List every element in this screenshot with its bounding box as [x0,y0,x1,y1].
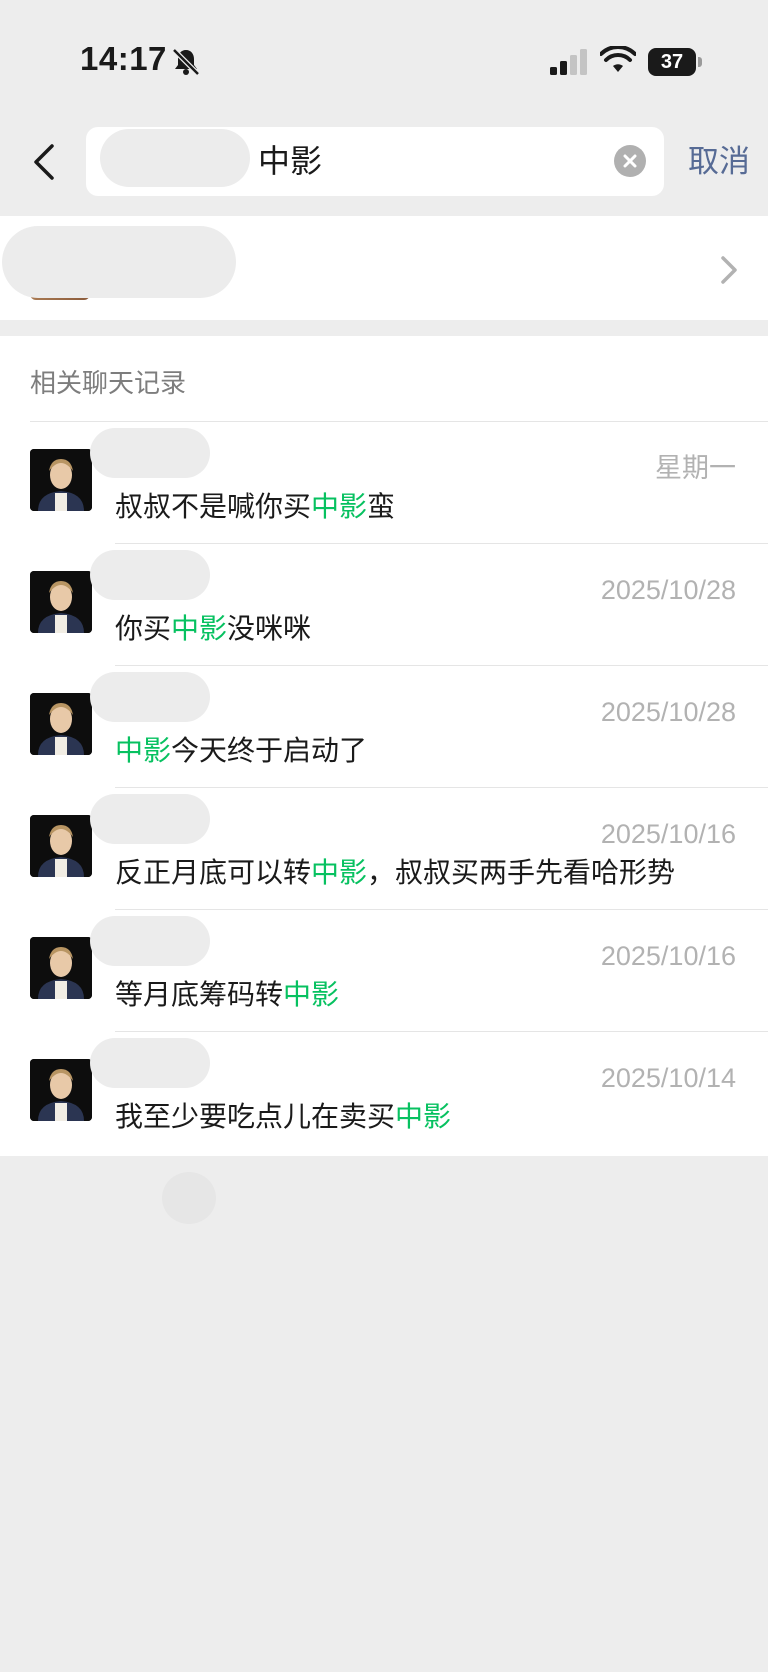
redacted-sender-name [90,428,210,478]
status-bar: 14:17 37 [0,0,768,120]
wifi-icon [600,46,636,72]
redacted-sender-name [90,1038,210,1088]
cancel-button[interactable]: 取消 [688,142,750,182]
record-date: 2025/10/16 [600,819,736,849]
chat-record-item[interactable]: 2025/10/16 反正月底可以转中影，叔叔买两手先看哈形势 [0,788,768,910]
redaction-blob [162,1172,216,1224]
bell-muted-icon [172,48,200,76]
record-message: 我至少要吃点儿在卖买中影 [115,1100,452,1133]
chat-record-item[interactable]: 2025/10/28 中影今天终于启动了 [0,666,768,788]
chat-record-item[interactable]: 2025/10/16 等月底筹码转中影 [0,910,768,1032]
back-arrow-icon[interactable] [26,138,62,186]
record-message: 中影今天终于启动了 [115,734,368,767]
redacted-sender-name [90,794,210,844]
record-date: 2025/10/14 [600,1063,736,1093]
close-icon [623,154,637,168]
chat-record-item[interactable]: 2025/10/14 我至少要吃点儿在卖买中影 [0,1032,768,1154]
avatar [30,693,92,755]
clear-search-button[interactable] [614,145,646,177]
record-message: 反正月底可以转中影，叔叔买两手先看哈形势 [115,856,676,889]
keyword-highlight: 中影 [311,490,368,523]
record-date: 星期一 [655,453,736,483]
section-title: 相关聊天记录 [30,369,187,399]
contact-result[interactable] [0,216,768,320]
status-time: 14:17 [80,40,167,77]
avatar [30,1059,92,1121]
keyword-highlight: 中影 [395,1100,452,1133]
redacted-tag [100,129,250,187]
keyword-highlight: 中影 [171,612,228,645]
redacted-sender-name [90,672,210,722]
avatar [30,815,92,877]
keyword-highlight: 中影 [283,978,340,1011]
keyword-highlight: 中影 [115,734,172,767]
search-input[interactable]: 中影 [86,127,664,196]
avatar [30,449,92,511]
record-date: 2025/10/28 [600,575,736,605]
chat-records-section: 相关聊天记录 星期一 叔叔不是喊你买中影蛮 2025/10/28 你买中影没咪咪… [0,336,768,1156]
record-date: 2025/10/16 [600,941,736,971]
chat-record-item[interactable]: 2025/10/28 你买中影没咪咪 [0,544,768,666]
record-message: 叔叔不是喊你买中影蛮 [115,490,396,523]
signal-icon [550,49,587,75]
avatar [30,571,92,633]
chevron-right-icon [721,256,737,284]
avatar [30,937,92,999]
search-query: 中影 [258,142,323,180]
record-date: 2025/10/28 [600,697,736,727]
redacted-sender-name [90,916,210,966]
record-message: 等月底筹码转中影 [115,978,340,1011]
chat-record-item[interactable]: 星期一 叔叔不是喊你买中影蛮 [0,422,768,544]
record-message: 你买中影没咪咪 [115,612,312,645]
redacted-contact-name [2,226,236,298]
redacted-sender-name [90,550,210,600]
battery-icon: 37 [648,48,702,76]
keyword-highlight: 中影 [311,856,368,889]
